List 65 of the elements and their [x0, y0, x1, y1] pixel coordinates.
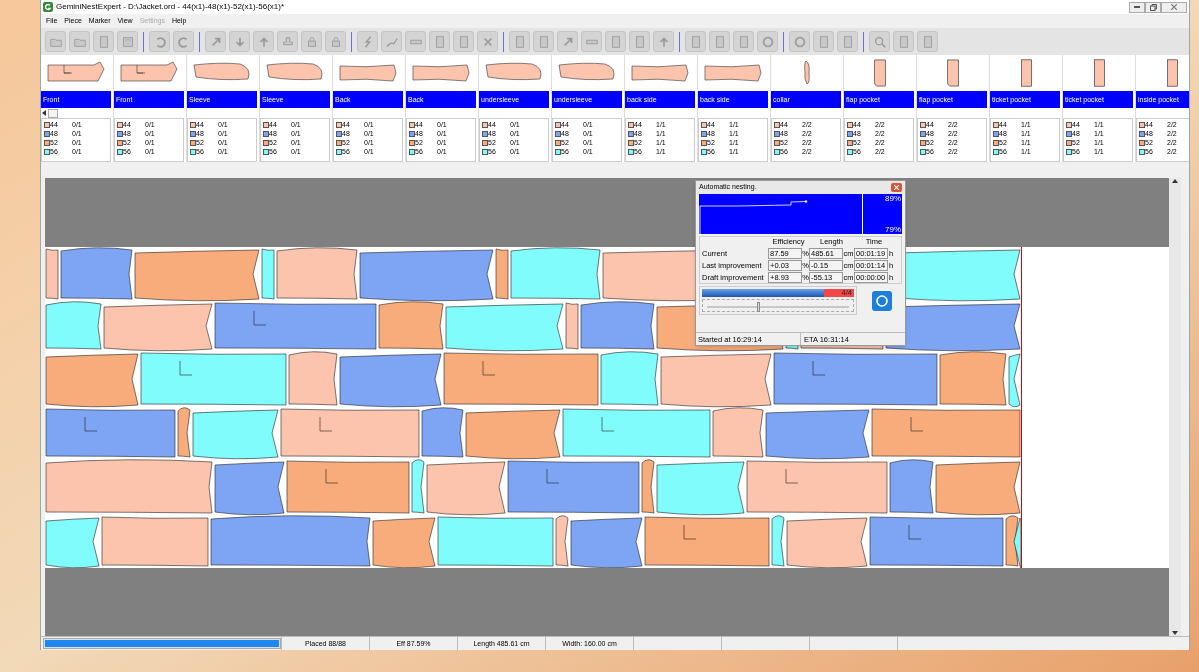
toolbar-button[interactable]: [733, 31, 754, 52]
toolbar-button[interactable]: [277, 31, 298, 52]
toolbar-button[interactable]: [837, 31, 858, 52]
restore-icon: [1149, 3, 1157, 11]
toolbar-button[interactable]: [709, 31, 730, 52]
toolbar-button[interactable]: [789, 31, 810, 52]
pattern-piece-icon: [803, 59, 811, 87]
toolbar-button[interactable]: [685, 31, 706, 52]
close-button[interactable]: [891, 183, 902, 192]
minimize-button[interactable]: [1129, 1, 1145, 13]
toolbar-button[interactable]: [229, 31, 250, 52]
start-button[interactable]: [872, 290, 892, 311]
toolbar-button[interactable]: [533, 31, 554, 52]
close-icon: [1171, 4, 1177, 10]
toolbar-button[interactable]: [757, 31, 778, 52]
toolbar-button[interactable]: [253, 31, 274, 52]
pattern-piece-icon: [1093, 59, 1105, 87]
save-icon: [120, 34, 135, 49]
toolbar-button[interactable]: [453, 31, 474, 52]
toolbar-button[interactable]: [45, 31, 66, 52]
close-button[interactable]: [1161, 1, 1187, 13]
toolbar-button[interactable]: [357, 31, 378, 52]
toolbar-button[interactable]: [405, 31, 426, 52]
vertical-scrollbar[interactable]: [1169, 178, 1181, 636]
toolbar-button[interactable]: [69, 31, 90, 52]
toolbar-button[interactable]: [629, 31, 650, 52]
pattern-piece-icon: [874, 59, 886, 87]
pattern-piece-icon: [1166, 59, 1178, 87]
toolbar-button[interactable]: [869, 31, 890, 52]
toolbar-button[interactable]: [381, 31, 402, 52]
toolbar-button[interactable]: [477, 31, 498, 52]
minimize-icon: [1134, 6, 1140, 8]
circle-icon: [760, 34, 775, 49]
toolbar-button[interactable]: [509, 31, 530, 52]
toolbar-button[interactable]: [117, 31, 138, 52]
slider[interactable]: [702, 299, 854, 312]
maximize-button[interactable]: [1145, 1, 1161, 13]
toolbar-button[interactable]: [429, 31, 450, 52]
toolbar-button[interactable]: [653, 31, 674, 52]
pattern-piece-icon: [1020, 59, 1032, 87]
scroll-left-icon: [42, 110, 46, 116]
toolbar-button[interactable]: [893, 31, 914, 52]
toolbar-button[interactable]: [301, 31, 322, 52]
toolbar-button[interactable]: [581, 31, 602, 52]
close-icon: [894, 185, 899, 190]
toolbar-button[interactable]: [149, 31, 170, 52]
toolbar-button[interactable]: [93, 31, 114, 52]
toolbar-button[interactable]: [557, 31, 578, 52]
toolbar-button[interactable]: [325, 31, 346, 52]
scroll-thumb[interactable]: [48, 108, 58, 118]
circle-icon: [792, 34, 807, 49]
toolbar-button[interactable]: [205, 31, 226, 52]
toolbar-button[interactable]: [605, 31, 626, 52]
scroll-up-icon: [1172, 179, 1178, 183]
pattern-piece-icon: [947, 59, 959, 87]
search-icon: [872, 34, 887, 49]
power-icon: [875, 293, 889, 308]
toolbar-button[interactable]: [917, 31, 938, 52]
toolbar-button[interactable]: [173, 31, 194, 52]
axis-label: 79%: [885, 225, 901, 234]
slider-thumb[interactable]: [757, 302, 760, 312]
scroll-down-icon: [1172, 631, 1178, 635]
axis-label: 89%: [885, 194, 901, 203]
toolbar-button[interactable]: [813, 31, 834, 52]
window-title: GeminiNestExpert - D:\Jacket.ord - 44(x1)-48(x1)-52(x1)-56(x1)*: [56, 1, 285, 13]
